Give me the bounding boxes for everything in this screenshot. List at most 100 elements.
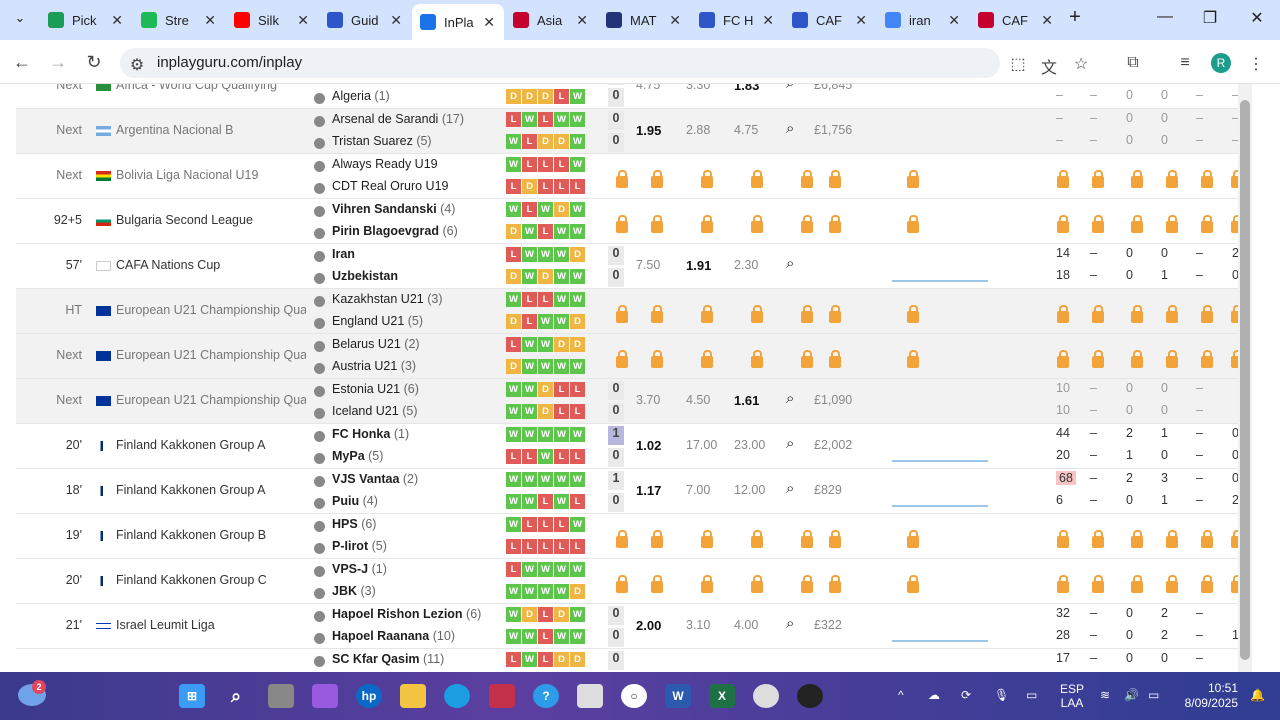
tab[interactable]: CAF ✕: [970, 6, 1062, 34]
league-name[interactable]: Finland Kakkonen Group C: [116, 573, 306, 587]
away-odds[interactable]: 23.00: [734, 438, 765, 452]
tab-close-icon[interactable]: ✕: [947, 12, 961, 29]
draw-odds[interactable]: 1.91: [686, 258, 711, 273]
draw-odds[interactable]: 2.88: [686, 123, 710, 137]
team-name[interactable]: FC Honka (1): [332, 427, 409, 441]
league-name[interactable]: European U21 Championship Qual: [116, 303, 306, 317]
match-row[interactable]: 57' CAFA Nations Cup Iran Uzbekistan LWWWD…: [16, 244, 1239, 289]
match-row[interactable]: 92+5 Bulgaria Second League Vihren Sandans…: [16, 199, 1243, 244]
team-name[interactable]: VPS-J (1): [332, 562, 387, 576]
match-row[interactable]: 19' Finland Kakkonen Group B HPS (6) P-Iiro…: [16, 514, 1243, 559]
extensions-icon[interactable]: ⧉: [1122, 54, 1144, 72]
team-name[interactable]: Estonia U21 (6): [332, 382, 419, 396]
close-window-button[interactable]: ✕: [1237, 8, 1277, 28]
language-indicator[interactable]: ESP LAA: [1060, 682, 1084, 710]
chevron-up-icon[interactable]: ^: [898, 688, 904, 702]
home-odds[interactable]: 1.02: [636, 438, 661, 453]
keyboard-icon[interactable]: ▭: [1026, 688, 1037, 702]
match-row[interactable]: NextAfrica - World Cup QualifyingGuinea …: [16, 84, 1239, 109]
magnifier-icon[interactable]: ⌕: [786, 84, 794, 92]
team-name[interactable]: MyPa (5): [332, 449, 383, 463]
draw-odds[interactable]: 3.30: [686, 84, 710, 92]
tab-close-icon[interactable]: ✕: [110, 12, 124, 29]
tab-close-icon[interactable]: ✕: [761, 12, 775, 29]
translate-icon[interactable]: 文: [1038, 54, 1060, 78]
app-icon[interactable]: ○: [621, 684, 647, 708]
media-control-icon[interactable]: ≡: [1174, 54, 1196, 72]
match-row[interactable]: Next European U21 Championship Qual Belaru…: [16, 334, 1243, 379]
team-name[interactable]: VJS Vantaa (2): [332, 472, 418, 486]
site-info-icon[interactable]: ⚙: [126, 55, 148, 75]
league-name[interactable]: Finland Kakkonen Group A: [116, 483, 306, 497]
draw-odds[interactable]: 17.00: [686, 438, 717, 452]
battery-icon[interactable]: ▭: [1148, 688, 1159, 702]
league-name[interactable]: Argentina Nacional B: [116, 123, 306, 137]
team-name[interactable]: England U21 (5): [332, 314, 423, 328]
team-name[interactable]: Puiu (4): [332, 494, 378, 508]
tab-close-icon[interactable]: ✕: [668, 12, 682, 29]
word-icon[interactable]: W: [665, 684, 691, 708]
team-name[interactable]: JBK (3): [332, 584, 376, 598]
copilot-icon[interactable]: [312, 684, 338, 708]
magnifier-icon[interactable]: ⌕: [786, 435, 794, 452]
home-odds[interactable]: 1.95: [636, 123, 661, 138]
search-icon[interactable]: ⌕: [223, 684, 249, 708]
tab-close-icon[interactable]: ✕: [575, 12, 589, 29]
match-row[interactable]: 18' Finland Kakkonen Group A VJS Vantaa (2…: [16, 469, 1239, 514]
forward-icon[interactable]: →: [46, 52, 70, 73]
sync-icon[interactable]: ⟳: [961, 688, 971, 702]
edge-icon[interactable]: [444, 684, 470, 708]
clock[interactable]: 10:51 8/09/2025: [1178, 681, 1238, 711]
league-name[interactable]: European U21 Championship Qual: [116, 348, 306, 362]
home-odds[interactable]: 3.70: [636, 393, 660, 407]
tab-close-icon[interactable]: ✕: [854, 12, 868, 29]
league-name[interactable]: Bolivia Liga Nacional U19: [116, 168, 306, 182]
obs-icon[interactable]: [797, 684, 823, 708]
team-name[interactable]: CDT Real Oruro U19: [332, 179, 448, 193]
tab-search-icon[interactable]: ⌄: [0, 10, 40, 26]
match-row[interactable]: 21' Israel Leumit Liga Hapoel Rishon Lezio…: [16, 604, 1239, 649]
league-name[interactable]: Israel Leumit Liga: [116, 618, 306, 632]
match-row[interactable]: Next Argentina Nacional B Arsenal de Saran…: [16, 109, 1239, 154]
team-name[interactable]: HPS (6): [332, 517, 376, 531]
match-row[interactable]: Next European U21 Championship Qual Estoni…: [16, 379, 1238, 424]
team-name[interactable]: Austria U21 (3): [332, 359, 416, 373]
home-odds[interactable]: 2.00: [636, 618, 661, 633]
team-name[interactable]: Hapoel Raanana (10): [332, 629, 455, 643]
start-icon[interactable]: ⊞: [179, 684, 205, 708]
volume-icon[interactable]: 🔊: [1124, 688, 1139, 702]
tab[interactable]: Stre ✕: [133, 6, 225, 34]
away-odds[interactable]: 12.00: [734, 483, 765, 497]
home-odds[interactable]: 4.75: [636, 84, 660, 92]
team-name[interactable]: Arsenal de Sarandi (17): [332, 112, 464, 126]
league-name[interactable]: Finland Kakkonen Group B: [116, 528, 306, 542]
away-odds[interactable]: 1.61: [734, 393, 759, 408]
tab[interactable]: FC H ✕: [691, 6, 783, 34]
scrollbar-thumb[interactable]: [1240, 100, 1250, 660]
team-name[interactable]: Iran: [332, 247, 355, 261]
tab-close-icon[interactable]: ✕: [296, 12, 310, 29]
task-view-icon[interactable]: [268, 684, 294, 708]
cloud-icon[interactable]: ☁: [928, 688, 940, 702]
tab[interactable]: Asia ✕: [505, 6, 597, 34]
team-name[interactable]: Belarus U21 (2): [332, 337, 420, 351]
tab[interactable]: Guid ✕: [319, 6, 411, 34]
draw-odds[interactable]: 3.10: [686, 618, 710, 632]
match-row[interactable]: 20' Finland Kakkonen Group A FC Honka (1) M…: [16, 424, 1239, 469]
menu-icon[interactable]: ⋮: [1245, 54, 1267, 74]
team-name[interactable]: Always Ready U19: [332, 157, 438, 171]
maximize-button[interactable]: ❐: [1190, 8, 1230, 28]
magnifier-icon[interactable]: ⌕: [786, 120, 794, 137]
team-name[interactable]: Iceland U21 (5): [332, 404, 417, 418]
notification-icon[interactable]: 🔔: [1250, 688, 1265, 702]
excel-icon[interactable]: X: [709, 684, 735, 708]
match-row[interactable]: 20' Finland Kakkonen Group C VPS-J (1) JBK …: [16, 559, 1243, 604]
back-icon[interactable]: ←: [10, 52, 34, 73]
reload-icon[interactable]: ↻: [82, 52, 106, 73]
tab[interactable]: MAT ✕: [598, 6, 690, 34]
league-name[interactable]: Finland Kakkonen Group A: [116, 438, 306, 452]
tab[interactable]: CAF ✕: [784, 6, 876, 34]
team-name[interactable]: SC Kfar Qasim (11): [332, 652, 444, 666]
avatar[interactable]: R: [1211, 53, 1231, 73]
tab[interactable]: iran ✕: [877, 6, 969, 34]
